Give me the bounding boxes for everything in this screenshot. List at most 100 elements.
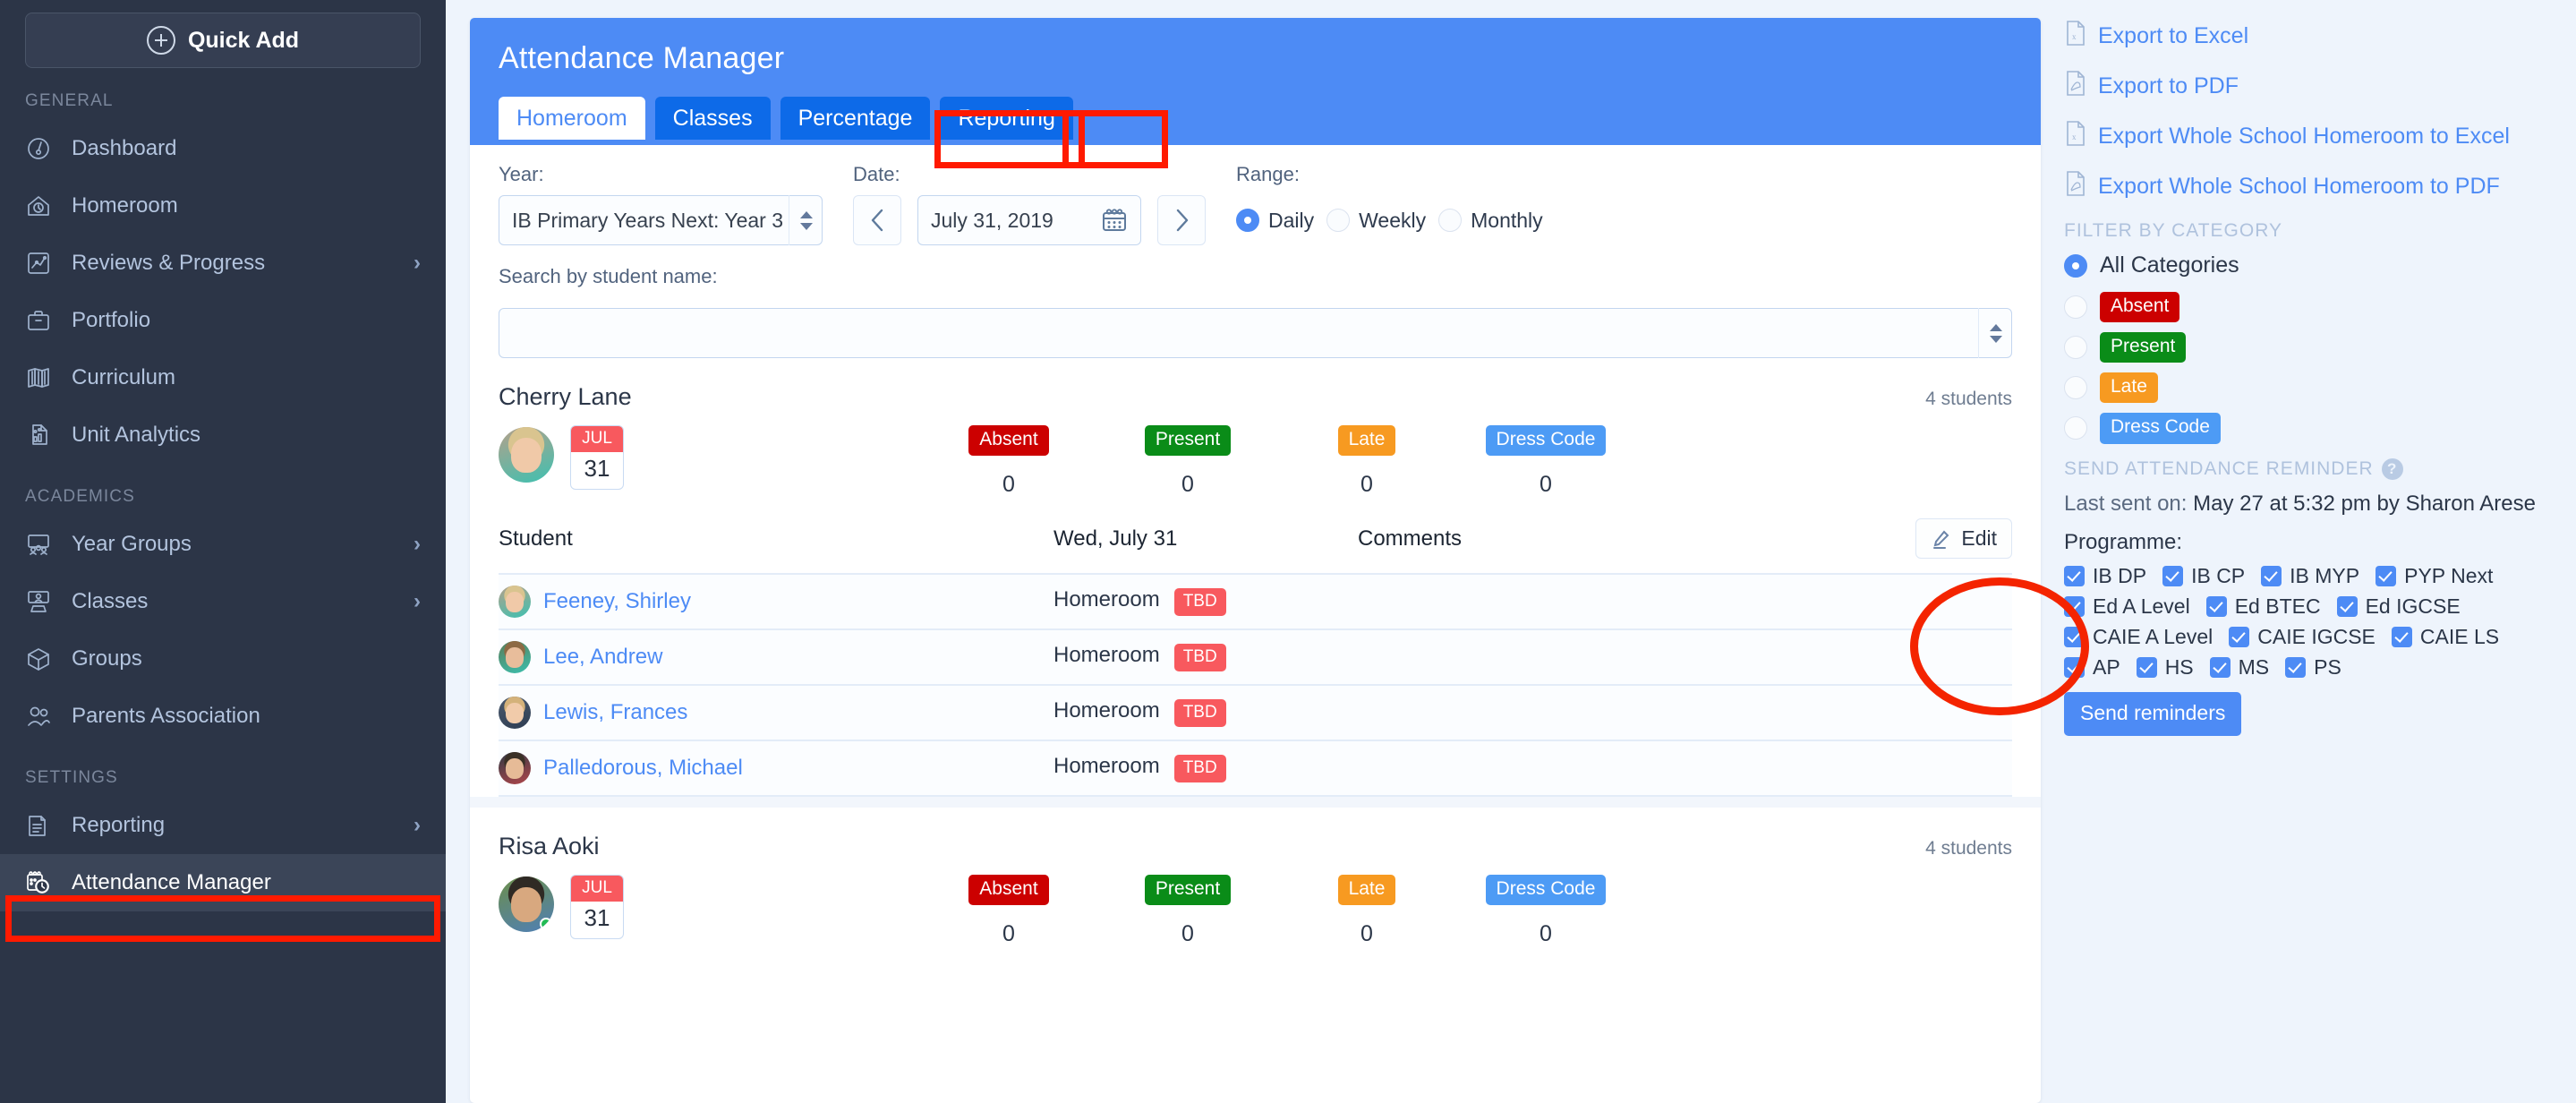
radio-icon[interactable] [2064, 416, 2087, 440]
search-input[interactable] [499, 308, 2012, 358]
table-row[interactable]: Palledorous, Michael Homeroom TBD [499, 740, 2012, 797]
category-all[interactable]: All Categories [2064, 252, 2555, 278]
programme-label-text: CAIE LS [2419, 625, 2500, 649]
category-filter-late[interactable]: Late [2064, 372, 2555, 404]
student-name-link[interactable]: Feeney, Shirley [543, 589, 691, 614]
checkbox-icon[interactable] [2162, 566, 2184, 587]
category-filter-absent[interactable]: Absent [2064, 292, 2555, 323]
send-reminders-button[interactable]: Send reminders [2064, 692, 2242, 737]
quick-add-button[interactable]: Quick Add [25, 13, 421, 68]
checkbox-icon[interactable] [2261, 566, 2282, 587]
checkbox-icon[interactable] [2064, 596, 2085, 618]
programme-checkbox-caie-ls[interactable]: CAIE LS [2391, 625, 2500, 649]
table-row[interactable]: Lewis, Frances Homeroom TBD [499, 685, 2012, 741]
prev-date-button[interactable] [853, 195, 901, 245]
tbd-badge[interactable]: TBD [1173, 755, 1226, 782]
student-name-link[interactable]: Palledorous, Michael [543, 756, 743, 781]
radio-icon[interactable] [2064, 336, 2087, 360]
excel-file-icon: x [2064, 20, 2087, 53]
tab-percentage[interactable]: Percentage [780, 97, 931, 140]
comment-cell[interactable] [1358, 740, 1805, 797]
radio-icon[interactable] [2064, 376, 2087, 400]
comment-cell[interactable] [1358, 574, 1805, 630]
checkbox-icon[interactable] [2229, 627, 2250, 648]
attendance-status: Homeroom [1053, 643, 1160, 667]
range-radio-group: Daily Weekly Monthly [1236, 195, 1543, 245]
radio-icon[interactable] [1326, 209, 1351, 232]
programme-checkbox-caie-a-level[interactable]: CAIE A Level [2064, 625, 2213, 649]
programme-checkbox-ps[interactable]: PS [2285, 655, 2341, 680]
radio-icon[interactable] [2064, 295, 2087, 320]
programme-checkbox-ib-cp[interactable]: IB CP [2162, 564, 2245, 588]
search-stepper[interactable] [1978, 308, 2012, 358]
programme-checkbox-ms[interactable]: MS [2209, 655, 2269, 680]
date-input[interactable]: July 31, 2019 [917, 195, 1141, 245]
export-link[interactable]: Export Whole School Homeroom to PDF [2064, 170, 2555, 203]
checkbox-icon[interactable] [2064, 627, 2085, 648]
briefcase-icon [25, 307, 64, 334]
programme-checkbox-ib-dp[interactable]: IB DP [2064, 564, 2146, 588]
export-link[interactable]: x Export to Excel [2064, 20, 2555, 53]
category-filter-present[interactable]: Present [2064, 332, 2555, 363]
table-row[interactable]: Lee, Andrew Homeroom TBD [499, 629, 2012, 686]
sidebar-item-parents-association[interactable]: Parents Association [0, 688, 446, 745]
student-name-link[interactable]: Lee, Andrew [543, 645, 662, 670]
checkbox-icon[interactable] [2376, 566, 2397, 587]
radio-icon[interactable] [1236, 209, 1259, 232]
sidebar-item-unit-analytics[interactable]: Unit Analytics [0, 406, 446, 464]
range-option-monthly[interactable]: Monthly [1438, 209, 1543, 233]
range-option-daily[interactable]: Daily [1236, 209, 1314, 233]
checkbox-icon[interactable] [2391, 627, 2412, 648]
checkbox-icon[interactable] [2209, 657, 2231, 679]
programme-checkbox-ed-btec[interactable]: Ed BTEC [2205, 594, 2321, 619]
programme-checkbox-pyp-next[interactable]: PYP Next [2376, 564, 2493, 588]
sidebar-item-portfolio[interactable]: Portfolio [0, 292, 446, 349]
edit-button[interactable]: Edit [1915, 518, 2012, 559]
programme-checkbox-ib-myp[interactable]: IB MYP [2261, 564, 2359, 588]
programme-checkbox-ed-igcse[interactable]: Ed IGCSE [2336, 594, 2461, 619]
checkbox-icon[interactable] [2285, 657, 2307, 679]
next-date-button[interactable] [1157, 195, 1206, 245]
table-row[interactable]: Feeney, Shirley Homeroom TBD [499, 574, 2012, 630]
checkbox-icon[interactable] [2336, 596, 2358, 618]
sidebar-item-classes[interactable]: Classes › [0, 573, 446, 630]
sidebar-item-dashboard[interactable]: Dashboard [0, 120, 446, 177]
checkbox-icon[interactable] [2205, 596, 2227, 618]
tbd-badge[interactable]: TBD [1173, 644, 1226, 671]
programme-checkbox-ap[interactable]: AP [2064, 655, 2120, 680]
status-badge: Absent [968, 425, 1049, 457]
tab-homeroom[interactable]: Homeroom [499, 97, 645, 140]
radio-all-categories[interactable] [2064, 253, 2087, 278]
sidebar-item-reviews-progress[interactable]: Reviews & Progress › [0, 235, 446, 292]
sidebar-item-attendance-manager[interactable]: Attendance Manager [0, 854, 446, 911]
checkbox-icon[interactable] [2064, 657, 2085, 679]
tab-classes[interactable]: Classes [654, 97, 771, 140]
comment-cell[interactable] [1358, 685, 1805, 741]
range-option-weekly[interactable]: Weekly [1326, 209, 1426, 233]
help-icon[interactable]: ? [2381, 457, 2403, 480]
programme-checkbox-caie-igcse[interactable]: CAIE IGCSE [2229, 625, 2376, 649]
student-name-link[interactable]: Lewis, Frances [543, 700, 687, 725]
radio-icon[interactable] [1438, 209, 1463, 232]
tbd-badge[interactable]: TBD [1173, 588, 1226, 616]
programme-checkbox-ed-a-level[interactable]: Ed A Level [2064, 594, 2190, 619]
sidebar-item-homeroom[interactable]: Homeroom [0, 177, 446, 235]
year-label: Year: [499, 163, 544, 185]
sidebar-item-curriculum[interactable]: Curriculum [0, 349, 446, 406]
sidebar-item-groups[interactable]: Groups [0, 630, 446, 688]
sidebar-item-label: Reporting [72, 813, 166, 837]
export-link[interactable]: Export to PDF [2064, 70, 2555, 103]
comment-cell[interactable] [1358, 629, 1805, 686]
year-select[interactable]: IB Primary Years Next: Year 3 [499, 195, 823, 245]
export-link[interactable]: x Export Whole School Homeroom to Excel [2064, 120, 2555, 153]
right-panel: x Export to Excel Export to PDF x Export Who… [2041, 0, 2576, 1103]
sidebar-item-year-groups[interactable]: Year Groups › [0, 516, 446, 573]
sidebar-item-reporting[interactable]: Reporting › [0, 797, 446, 854]
checkbox-icon[interactable] [2136, 657, 2157, 679]
programme-checkbox-hs[interactable]: HS [2136, 655, 2194, 680]
tab-reporting[interactable]: Reporting [940, 97, 1073, 140]
tbd-badge[interactable]: TBD [1173, 699, 1226, 727]
checkbox-icon[interactable] [2064, 566, 2085, 587]
year-stepper[interactable] [789, 195, 823, 245]
category-filter-dress[interactable]: Dress Code [2064, 413, 2555, 444]
